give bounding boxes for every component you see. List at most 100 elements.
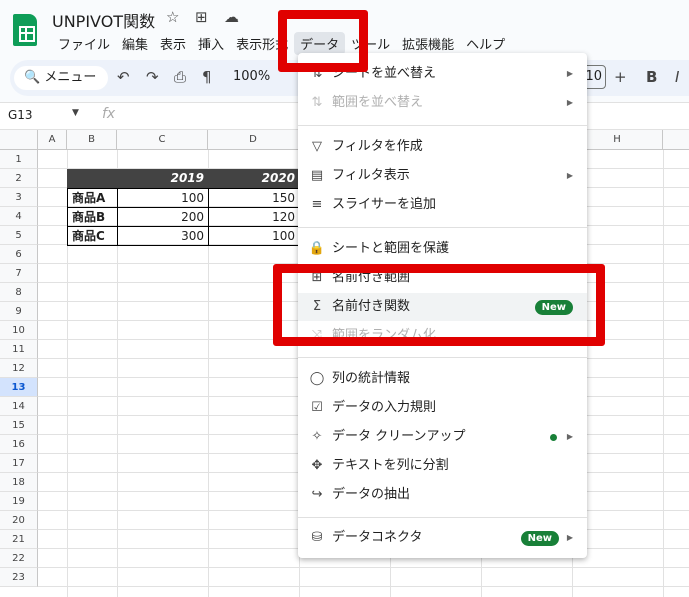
submenu-arrow-icon: ▶ (566, 171, 573, 180)
row-header[interactable]: 9 (0, 302, 38, 321)
table-header-blank[interactable] (67, 169, 117, 188)
row-header[interactable]: 19 (0, 492, 38, 511)
table-header-year[interactable]: 2019 (117, 169, 208, 188)
row-header[interactable]: 4 (0, 207, 38, 226)
filter-icon: ▽ (312, 139, 322, 154)
row-header[interactable]: 23 (0, 568, 38, 587)
menu-search-input[interactable]: 🔍 メニュー (14, 66, 108, 90)
row-header[interactable]: 10 (0, 321, 38, 340)
column-header[interactable] (663, 130, 689, 150)
row-header[interactable]: 1 (0, 150, 38, 169)
table-row-label[interactable]: 商品C (67, 226, 118, 246)
menu-item-data-validation[interactable]: ☑ データの入力規則 (298, 394, 587, 422)
column-header[interactable]: C (117, 130, 208, 150)
increase-font-size-icon[interactable]: + (614, 68, 627, 86)
menu-view[interactable]: 表示 (154, 32, 192, 55)
table-cell[interactable]: 100 (208, 226, 300, 246)
menu-item-data-connectors[interactable]: ⛁ データコネクタ New ▶ (298, 524, 587, 552)
bold-icon[interactable]: B (646, 68, 657, 86)
cloud-saved-icon[interactable]: ☁ (224, 8, 239, 26)
column-header[interactable]: A (38, 130, 67, 150)
undo-icon[interactable]: ↶ (117, 68, 130, 86)
italic-icon[interactable]: I (675, 68, 679, 86)
row-header[interactable]: 8 (0, 283, 38, 302)
grid-line (38, 567, 689, 568)
menu-separator (298, 517, 587, 518)
row-header[interactable]: 7 (0, 264, 38, 283)
menu-help[interactable]: ヘルプ (460, 32, 511, 55)
highlight-box-data-menu (278, 10, 368, 72)
lock-icon: 🔒 (308, 241, 326, 256)
menu-search-label: メニュー (44, 70, 97, 85)
status-dot (550, 434, 557, 441)
database-icon: ⛁ (311, 530, 323, 545)
menu-separator (298, 125, 587, 126)
document-title[interactable]: UNPIVOT関数 (52, 8, 155, 32)
split-icon: ✥ (311, 458, 323, 473)
validation-icon: ☑ (311, 400, 323, 415)
move-folder-icon[interactable]: ⊞ (195, 8, 208, 26)
submenu-arrow-icon: ▶ (566, 432, 573, 441)
print-icon[interactable]: ⎙ (174, 68, 186, 86)
magic-wand-icon: ✧ (311, 429, 323, 444)
extract-icon: ↪ (311, 487, 323, 502)
menu-insert[interactable]: 挿入 (192, 32, 230, 55)
redo-icon[interactable]: ↷ (146, 68, 159, 86)
menu-item-filter-views[interactable]: ▤ フィルタ表示 ▶ (298, 162, 587, 190)
highlight-box-named-functions (273, 264, 605, 346)
lightbulb-icon: ◯ (309, 371, 325, 386)
name-box-dropdown-icon[interactable]: ▼ (72, 108, 79, 118)
menu-item-add-slicer[interactable]: ≡ スライサーを追加 (298, 191, 587, 219)
row-header[interactable]: 3 (0, 188, 38, 207)
table-cell[interactable]: 120 (208, 207, 300, 227)
row-header[interactable]: 22 (0, 549, 38, 568)
paint-format-icon[interactable]: ¶ (202, 68, 212, 86)
row-header[interactable]: 21 (0, 530, 38, 549)
menu-separator (298, 227, 587, 228)
table-cell[interactable]: 150 (208, 188, 300, 208)
row-header[interactable]: 18 (0, 473, 38, 492)
select-all-corner[interactable] (0, 130, 38, 150)
menu-item-column-stats[interactable]: ◯ 列の統計情報 (298, 365, 587, 393)
menu-item-sort-range: ⇅ 範囲を並べ替え ▶ (298, 89, 587, 117)
row-header[interactable]: 2 (0, 169, 38, 188)
filter-views-icon: ▤ (310, 168, 324, 183)
row-header[interactable]: 11 (0, 340, 38, 359)
slicer-icon: ≡ (311, 197, 323, 212)
menu-file[interactable]: ファイル (52, 32, 116, 55)
menu-edit[interactable]: 編集 (116, 32, 154, 55)
column-header[interactable]: B (67, 130, 117, 150)
row-header[interactable]: 17 (0, 454, 38, 473)
column-header[interactable]: D (208, 130, 299, 150)
row-header[interactable]: 5 (0, 226, 38, 245)
table-cell[interactable]: 300 (117, 226, 209, 246)
zoom-select[interactable]: 100% (233, 69, 270, 84)
menu-item-protect[interactable]: 🔒 シートと範囲を保護 (298, 235, 587, 263)
fx-icon: fx (102, 106, 116, 122)
menu-separator (298, 357, 587, 358)
name-box[interactable]: G13 (8, 108, 33, 122)
menu-item-split-text[interactable]: ✥ テキストを列に分割 (298, 452, 587, 480)
row-header[interactable]: 15 (0, 416, 38, 435)
menu-item-data-extraction[interactable]: ↪ データの抽出 (298, 481, 587, 509)
row-header[interactable]: 20 (0, 511, 38, 530)
star-icon[interactable]: ☆ (166, 8, 179, 26)
row-header[interactable]: 14 (0, 397, 38, 416)
row-header[interactable]: 6 (0, 245, 38, 264)
sort-range-icon: ⇅ (311, 95, 323, 110)
menu-item-data-cleanup[interactable]: ✧ データ クリーンアップ ▶ (298, 423, 587, 451)
menu-extensions[interactable]: 拡張機能 (396, 32, 460, 55)
row-header[interactable]: 12 (0, 359, 38, 378)
submenu-arrow-icon: ▶ (566, 533, 573, 542)
table-cell[interactable]: 200 (117, 207, 209, 227)
submenu-arrow-icon: ▶ (566, 69, 573, 78)
table-cell[interactable]: 100 (117, 188, 209, 208)
menu-item-create-filter[interactable]: ▽ フィルタを作成 (298, 133, 587, 161)
row-header[interactable]: 16 (0, 435, 38, 454)
row-header-selected[interactable]: 13 (0, 378, 38, 397)
sheets-logo-icon[interactable] (13, 14, 37, 46)
table-row-label[interactable]: 商品A (67, 188, 118, 208)
new-badge: New (520, 531, 559, 546)
table-row-label[interactable]: 商品B (67, 207, 118, 227)
table-header-year[interactable]: 2020 (208, 169, 299, 188)
